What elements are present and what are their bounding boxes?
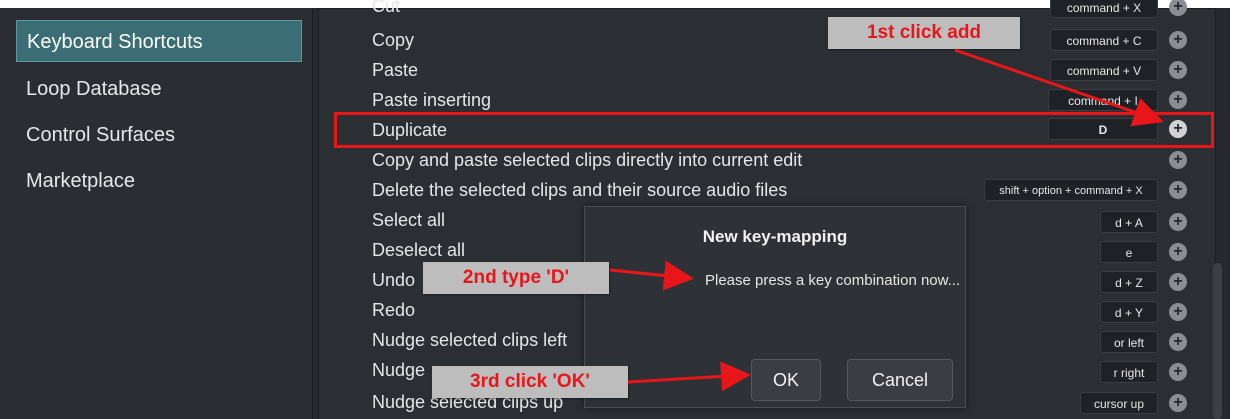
shortcut-key-field[interactable]: d + Y <box>1100 301 1158 323</box>
callout-step-1: 1st click add <box>828 17 1020 49</box>
shortcut-key-field[interactable]: command + V <box>1050 59 1158 81</box>
shortcut-row-label: Cut <box>372 0 401 16</box>
shortcut-row-label: Copy <box>372 30 415 50</box>
add-shortcut-icon[interactable]: + <box>1169 61 1187 79</box>
add-shortcut-icon[interactable]: + <box>1169 394 1187 412</box>
cancel-button[interactable]: Cancel <box>847 359 953 401</box>
shortcut-key-field[interactable]: shift + option + command + X <box>984 179 1158 201</box>
add-shortcut-icon[interactable]: + <box>1169 363 1187 381</box>
shortcut-row-label: Paste <box>372 60 419 80</box>
add-shortcut-icon[interactable]: + <box>1169 213 1187 231</box>
shortcut-row-label: Deselect all <box>372 240 466 260</box>
shortcut-key-field[interactable]: cursor up <box>1080 392 1158 414</box>
sidebar-item-marketplace[interactable]: Marketplace <box>16 160 302 202</box>
shortcut-row-label: Undo <box>372 270 416 290</box>
ok-button[interactable]: OK <box>751 359 821 401</box>
shortcut-row-label: Delete the selected clips and their sour… <box>372 180 788 200</box>
add-shortcut-icon[interactable]: + <box>1169 303 1187 321</box>
callout-step-2: 2nd type 'D' <box>423 262 609 294</box>
shortcut-row-label: Nudge <box>372 360 426 380</box>
shortcut-row-label: Redo <box>372 300 416 320</box>
dialog-message: Please press a key combination now... <box>705 272 961 289</box>
shortcut-row-label: Copy and paste selected clips directly i… <box>372 150 803 170</box>
add-shortcut-icon[interactable]: + <box>1169 31 1187 49</box>
dialog-title: New key-mapping <box>702 227 848 246</box>
shortcut-row-label: Nudge selected clips left <box>372 330 568 350</box>
shortcut-key-field[interactable]: e <box>1100 241 1158 263</box>
duplicate-row-highlight <box>334 112 1214 148</box>
shortcut-key-field[interactable]: command + C <box>1050 29 1158 51</box>
shortcut-key-field[interactable]: d + Z <box>1100 271 1158 293</box>
new-key-mapping-dialog: New key-mapping Please press a key combi… <box>584 206 966 408</box>
sidebar-item-loop-database[interactable]: Loop Database <box>16 68 302 110</box>
shortcut-key-field[interactable]: command + I <box>1048 89 1158 111</box>
add-shortcut-icon[interactable]: + <box>1169 243 1187 261</box>
shortcut-key-field[interactable]: d + A <box>1100 211 1158 233</box>
add-shortcut-icon[interactable]: + <box>1169 273 1187 291</box>
add-shortcut-icon[interactable]: + <box>1169 333 1187 351</box>
sidebar-item-keyboard-shortcuts[interactable]: Keyboard Shortcuts <box>16 20 302 62</box>
shortcut-row-label: Select all <box>372 210 446 230</box>
shortcut-row-label: Paste inserting <box>372 90 492 110</box>
scrollbar[interactable] <box>1213 263 1222 419</box>
shortcut-key-field[interactable]: r right <box>1100 361 1158 383</box>
add-shortcut-icon[interactable]: + <box>1169 151 1187 169</box>
shortcut-key-field[interactable]: or left <box>1100 331 1158 353</box>
add-shortcut-icon[interactable]: + <box>1169 181 1187 199</box>
sidebar: Keyboard Shortcuts Loop Database Control… <box>0 8 313 419</box>
add-shortcut-icon[interactable]: + <box>1169 91 1187 109</box>
sidebar-item-control-surfaces[interactable]: Control Surfaces <box>16 114 302 156</box>
shortcut-key-field[interactable]: command + X <box>1050 0 1158 18</box>
callout-step-3: 3rd click 'OK' <box>432 366 628 398</box>
